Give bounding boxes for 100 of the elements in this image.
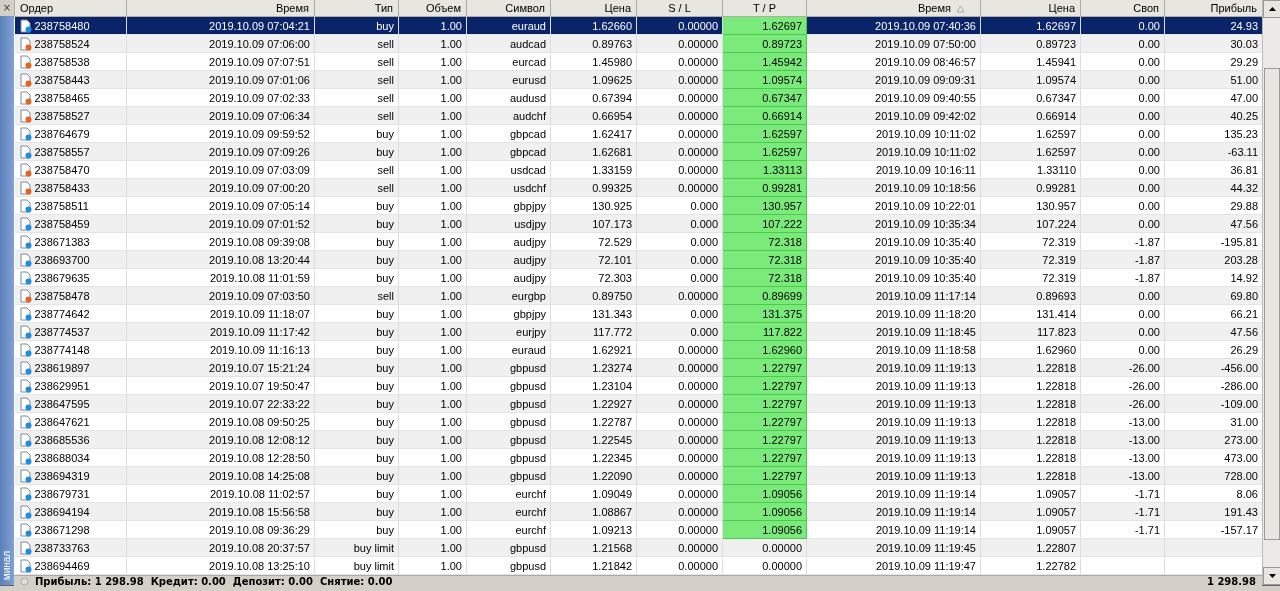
table-row[interactable]: 238694469 2019.10.08 13:25:10 buy limit 1.00 gbpusd 1.21842 0.00000 0.00000 2019.10.09 11:19:47 1.22782: [14, 556, 1263, 575]
table-cell: euraud: [466, 340, 551, 359]
table-row[interactable]: 238671383 2019.10.08 09:39:08 buy 1.00 audjpy 72.529 0.000 72.318 2019.10.09 10:35:40 72.319 -1.87 -195.81: [14, 232, 1263, 251]
table-row[interactable]: 238694194 2019.10.08 15:56:58 buy 1.00 eurchf 1.08867 0.00000 1.09056 2019.10.09 11:19:14 1.09057 -1.71 191.43: [14, 502, 1263, 521]
column-header[interactable]: Тип: [314, 0, 399, 17]
table-row[interactable]: 238647595 2019.10.07 22:33:22 buy 1.00 gbpusd 1.22927 0.00000 1.22797 2019.10.09 11:19:13 1.22818 -26.00 -109.00: [14, 394, 1263, 413]
table-cell: buy: [314, 412, 399, 431]
table-row[interactable]: 238758524 2019.10.09 07:06:00 sell 1.00 audcad 0.89763 0.00000 0.89723 2019.10.09 07:50:00 0.89723 0.00 30.03: [14, 34, 1263, 53]
column-header[interactable]: S / L: [636, 0, 723, 17]
table-row[interactable]: 238758433 2019.10.09 07:00:20 sell 1.00 usdchf 0.99325 0.00000 0.99281 2019.10.09 10:18:56 0.99281 0.00 44.32: [14, 178, 1263, 197]
table-row[interactable]: 238685536 2019.10.08 12:08:12 buy 1.00 gbpusd 1.22545 0.00000 1.22797 2019.10.09 11:19:13 1.22818 -13.00 273.00: [14, 430, 1263, 449]
table-cell: 1.45980: [550, 52, 637, 71]
table-cell: buy: [314, 484, 399, 503]
table-cell: gbpcad: [466, 124, 551, 143]
table-row[interactable]: 238671298 2019.10.08 09:36:29 buy 1.00 eurchf 1.09213 0.00000 1.09056 2019.10.09 11:19:14 1.09057 -1.71 -157.17: [14, 520, 1263, 539]
table-cell: 0.00000: [636, 520, 723, 539]
table-cell: 2019.10.09 11:19:14: [806, 484, 981, 503]
table-row[interactable]: 238758480 2019.10.09 07:04:21 buy 1.00 euraud 1.62660 0.00000 1.62697 2019.10.09 07:40:36 1.62697 0.00 24.93: [14, 16, 1263, 35]
order-number: 238774148: [34, 343, 90, 356]
table-cell: 2019.10.09 11:19:13: [806, 448, 981, 467]
table-cell: 2019.10.08 12:28:50: [126, 448, 315, 467]
table-row[interactable]: 238694319 2019.10.08 14:25:08 buy 1.00 gbpusd 1.22090 0.00000 1.22797 2019.10.09 11:19:13 1.22818 -13.00 728.00: [14, 466, 1263, 485]
column-header[interactable]: Своп: [1080, 0, 1165, 17]
table-cell: 1.00: [398, 520, 467, 539]
table-cell: 1.09057: [980, 484, 1081, 503]
column-header[interactable]: Ордер: [14, 0, 127, 17]
table-row[interactable]: 238758511 2019.10.09 07:05:14 buy 1.00 gbpjpy 130.925 0.000 130.957 2019.10.09 10:22:01 130.957 0.00 29.88: [14, 196, 1263, 215]
table-cell: 1.00: [398, 160, 467, 179]
table-row[interactable]: 238758557 2019.10.09 07:09:26 buy 1.00 gbpcad 1.62681 0.00000 1.62597 2019.10.09 10:11:02 1.62597 0.00 -63.11: [14, 142, 1263, 161]
panel-title: минал: [1, 550, 13, 581]
table-cell: 1.00: [398, 448, 467, 467]
table-row[interactable]: 238774642 2019.10.09 11:18:07 buy 1.00 gbpjpy 131.343 0.000 131.375 2019.10.09 11:18:20 131.414 0.00 66.21: [14, 304, 1263, 323]
order-number: 238671298: [34, 523, 90, 536]
table-row[interactable]: 238758443 2019.10.09 07:01:06 sell 1.00 eurusd 1.09625 0.00000 1.09574 2019.10.09 09:09:31 1.09574 0.00 51.00: [14, 70, 1263, 89]
column-header[interactable]: T / P: [722, 0, 807, 17]
table-cell: 0.00: [1080, 52, 1165, 71]
order-number: 238694319: [34, 469, 90, 482]
column-header[interactable]: Время: [806, 0, 981, 17]
table-cell: 1.22782: [980, 556, 1081, 575]
order-number: 238758511: [34, 199, 89, 212]
table-cell: audjpy: [466, 268, 551, 287]
table-cell: buy: [314, 268, 399, 287]
table-cell: 0.00000: [636, 556, 723, 575]
table-cell: 2019.10.08 13:25:10: [126, 556, 315, 575]
table-row[interactable]: 238758465 2019.10.09 07:02:33 sell 1.00 audusd 0.67394 0.00000 0.67347 2019.10.09 09:40:55 0.67347 0.00 47.00: [14, 88, 1263, 107]
table-row[interactable]: 238774537 2019.10.09 11:17:42 buy 1.00 eurjpy 117.772 0.000 117.822 2019.10.09 11:18:45 117.823 0.00 47.56: [14, 322, 1263, 341]
table-row[interactable]: 238647621 2019.10.08 09:50:25 buy 1.00 gbpusd 1.22787 0.00000 1.22797 2019.10.09 11:19:13 1.22818 -13.00 31.00: [14, 412, 1263, 431]
table-cell: 72.303: [550, 268, 637, 287]
table-cell: 2019.10.09 07:07:51: [126, 52, 315, 71]
table-cell: 1.00: [398, 376, 467, 395]
table-row[interactable]: 238693700 2019.10.08 13:20:44 buy 1.00 audjpy 72.101 0.000 72.318 2019.10.09 10:35:40 72.319 -1.87 203.28: [14, 250, 1263, 269]
column-header[interactable]: Цена: [550, 0, 637, 17]
table-cell: 0.00: [1080, 160, 1165, 179]
table-cell: 1.62417: [550, 124, 637, 143]
table-cell: 1.00: [398, 52, 467, 71]
table-cell: 0.000: [636, 268, 723, 287]
column-header[interactable]: Символ: [466, 0, 551, 17]
scroll-up-icon[interactable]: [1268, 7, 1276, 11]
column-header[interactable]: Прибыль: [1164, 0, 1263, 17]
order-number: 238764679: [34, 127, 90, 140]
table-cell: -26.00: [1080, 376, 1165, 395]
order-number: 238688034: [34, 451, 90, 464]
table-cell: buy: [314, 448, 399, 467]
table-row[interactable]: 238679731 2019.10.08 11:02:57 buy 1.00 eurchf 1.09049 0.00000 1.09056 2019.10.09 11:19:14 1.09057 -1.71 8.06: [14, 484, 1263, 503]
table-cell: gbpusd: [466, 556, 551, 575]
table-cell: 0.00: [1080, 304, 1165, 323]
table-row[interactable]: 238758459 2019.10.09 07:01:52 buy 1.00 usdjpy 107.173 0.000 107.222 2019.10.09 10:35:34 107.224 0.00 47.56: [14, 214, 1263, 233]
table-cell: 2019.10.08 11:01:59: [126, 268, 315, 287]
table-row[interactable]: 238758527 2019.10.09 07:06:34 sell 1.00 audchf 0.66954 0.00000 0.66914 2019.10.09 09:42:02 0.66914 0.00 40.25: [14, 106, 1263, 125]
table-row[interactable]: 238764679 2019.10.09 09:59:52 buy 1.00 gbpcad 1.62417 0.00000 1.62597 2019.10.09 10:11:02 1.62597 0.00 135.23: [14, 124, 1263, 143]
table-row[interactable]: 238758478 2019.10.09 07:03:50 sell 1.00 eurgbp 0.89750 0.00000 0.89699 2019.10.09 11:17:14 0.89693 0.00 69.80: [14, 286, 1263, 305]
table-row[interactable]: 238688034 2019.10.08 12:28:50 buy 1.00 gbpusd 1.22345 0.00000 1.22797 2019.10.09 11:19:13 1.22818 -13.00 473.00: [14, 448, 1263, 467]
table-row[interactable]: 238758538 2019.10.09 07:07:51 sell 1.00 eurcad 1.45980 0.00000 1.45942 2019.10.09 08:46:57 1.45941 0.00 29.29: [14, 52, 1263, 71]
scrollbar[interactable]: [1262, 0, 1280, 585]
scroll-down-icon[interactable]: [1268, 574, 1276, 578]
table-cell: 1.00: [398, 484, 467, 503]
column-header[interactable]: Время: [126, 0, 315, 17]
table-row[interactable]: 238629951 2019.10.07 19:50:47 buy 1.00 gbpusd 1.23104 0.00000 1.22797 2019.10.09 11:19:13 1.22818 -26.00 -286.00: [14, 376, 1263, 395]
table-cell: 1.00: [398, 304, 467, 323]
table-cell: 2019.10.09 10:35:40: [806, 232, 981, 251]
table-cell: 2019.10.09 07:03:09: [126, 160, 315, 179]
table-row[interactable]: 238679635 2019.10.08 11:01:59 buy 1.00 audjpy 72.303 0.000 72.318 2019.10.09 10:35:40 72.319 -1.87 14.92: [14, 268, 1263, 287]
scroll-thumb[interactable]: [1264, 68, 1280, 540]
column-header[interactable]: Объем: [398, 0, 467, 17]
column-header[interactable]: Цена: [980, 0, 1081, 17]
table-cell: 2019.10.09 08:46:57: [806, 52, 981, 71]
table-cell: 2019.10.09 11:19:13: [806, 376, 981, 395]
table-row[interactable]: 238774148 2019.10.09 11:16:13 buy 1.00 euraud 1.62921 0.00000 1.62960 2019.10.09 11:18:58 1.62960 0.00 26.29: [14, 340, 1263, 359]
table-cell: usdcad: [466, 160, 551, 179]
table-cell: 2019.10.09 09:40:55: [806, 88, 981, 107]
table-cell: 2019.10.09 07:05:14: [126, 196, 315, 215]
table-cell: gbpusd: [466, 412, 551, 431]
table-cell: 1.33159: [550, 160, 637, 179]
table-row[interactable]: 238619897 2019.10.07 15:21:24 buy 1.00 gbpusd 1.23274 0.00000 1.22797 2019.10.09 11:19:13 1.22818 -26.00 -456.00: [14, 358, 1263, 377]
table-cell: 0.00000: [636, 160, 723, 179]
order-number: 238647621: [34, 415, 90, 428]
table-row[interactable]: 238758470 2019.10.09 07:03:09 sell 1.00 usdcad 1.33159 0.00000 1.33113 2019.10.09 10:16:11 1.33110 0.00 36.81: [14, 160, 1263, 179]
table-cell: 0.00000: [636, 124, 723, 143]
table-row[interactable]: 238733763 2019.10.08 20:37:57 buy limit 1.00 gbpusd 1.21568 0.00000 0.00000 2019.10.09 11:19:45 1.22807: [14, 538, 1263, 557]
table-cell: buy: [314, 376, 399, 395]
